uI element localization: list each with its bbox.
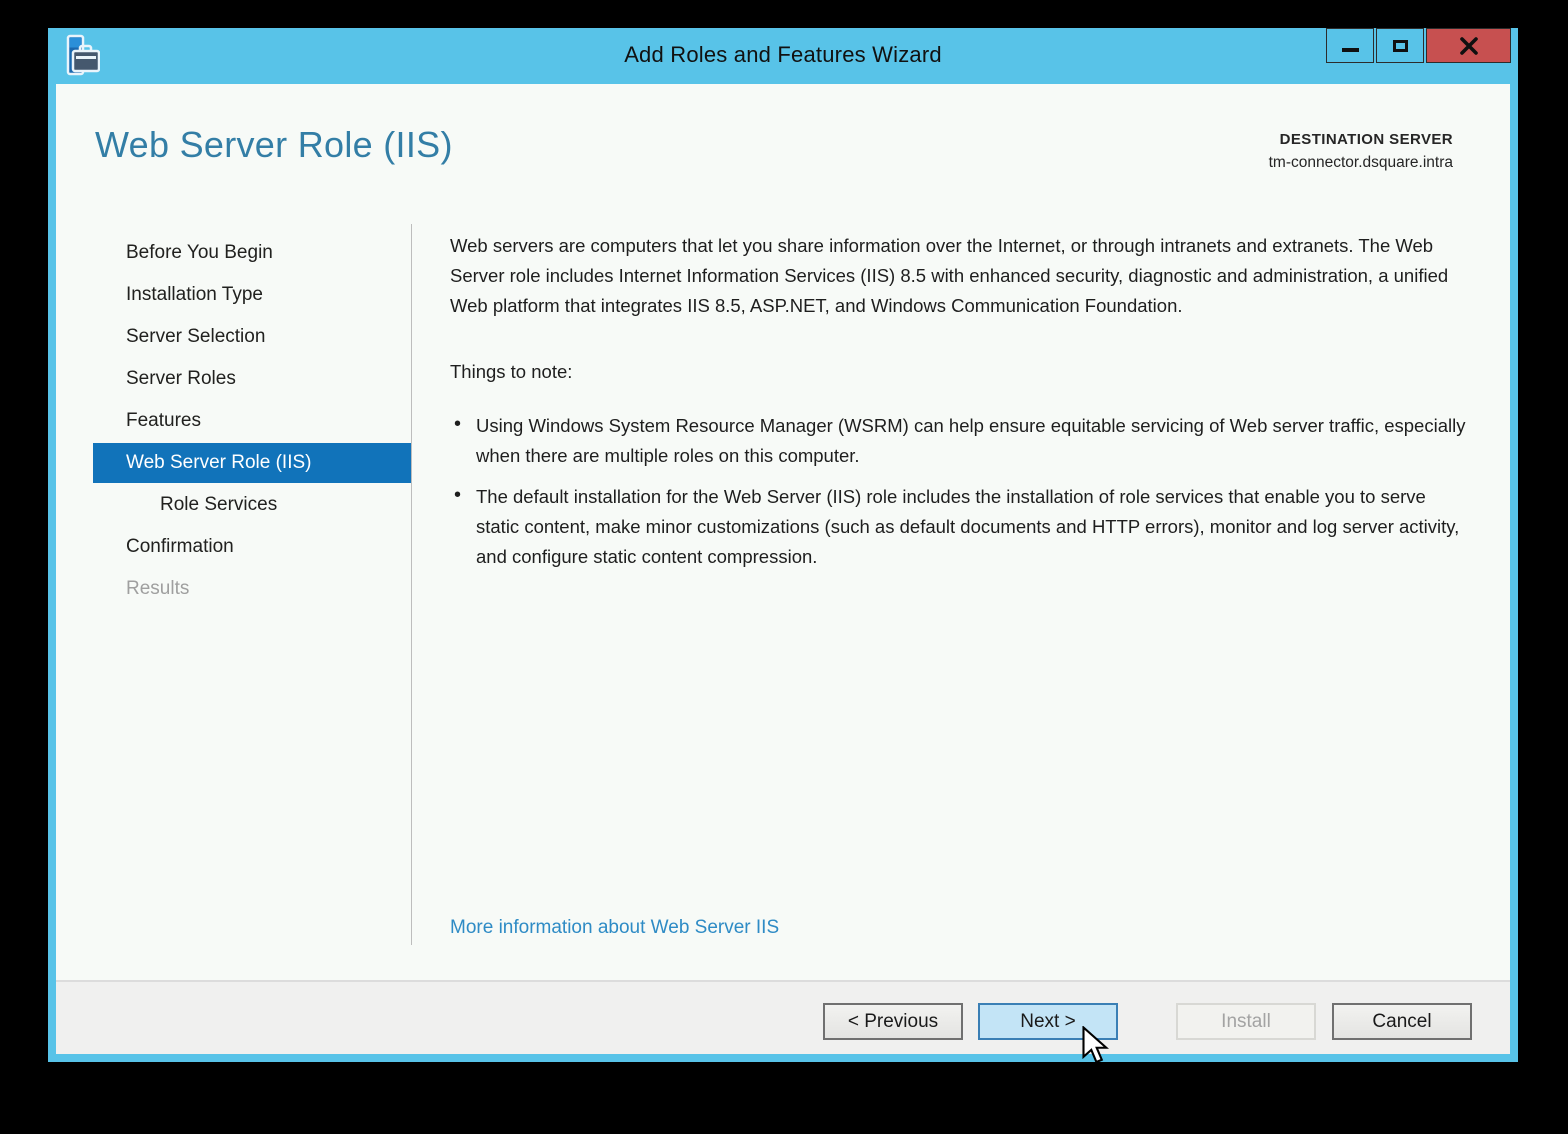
intro-paragraph: Web servers are computers that let you s… <box>450 231 1468 321</box>
page-content: Web servers are computers that let you s… <box>450 231 1468 583</box>
sidebar-item-features[interactable]: Features <box>93 401 411 441</box>
previous-button[interactable]: < Previous <box>823 1003 963 1040</box>
close-icon <box>1459 36 1479 56</box>
install-button[interactable]: Install <box>1176 1003 1316 1040</box>
minimize-button[interactable] <box>1326 28 1374 63</box>
wizard-body: Web Server Role (IIS) DESTINATION SERVER… <box>56 84 1510 1054</box>
notes-list: • Using Windows System Resource Manager … <box>450 411 1468 572</box>
cancel-button[interactable]: Cancel <box>1332 1003 1472 1040</box>
caption-buttons <box>1324 28 1511 65</box>
bullet-icon: • <box>454 409 461 439</box>
sidebar-item-role-services[interactable]: Role Services <box>93 485 411 525</box>
more-info-link[interactable]: More information about Web Server IIS <box>450 917 779 939</box>
sidebar-item-installation-type[interactable]: Installation Type <box>93 275 411 315</box>
note-item: • The default installation for the Web S… <box>450 482 1468 572</box>
sidebar-item-results: Results <box>93 569 411 609</box>
wizard-window: Add Roles and Features Wizard Web Server… <box>48 28 1518 1062</box>
maximize-icon <box>1393 40 1408 52</box>
bullet-icon: • <box>454 480 461 510</box>
title-bar: Add Roles and Features Wizard <box>48 28 1518 84</box>
destination-server-label: DESTINATION SERVER <box>1269 128 1453 151</box>
sidebar-item-confirmation[interactable]: Confirmation <box>93 527 411 567</box>
page-title: Web Server Role (IIS) <box>95 124 453 166</box>
note-text: Using Windows System Resource Manager (W… <box>476 415 1465 466</box>
sidebar-item-web-server-role[interactable]: Web Server Role (IIS) <box>93 443 411 483</box>
sidebar-item-server-selection[interactable]: Server Selection <box>93 317 411 357</box>
destination-server-name: tm-connector.dsquare.intra <box>1269 151 1453 174</box>
sidebar-item-server-roles[interactable]: Server Roles <box>93 359 411 399</box>
note-item: • Using Windows System Resource Manager … <box>450 411 1468 471</box>
next-button[interactable]: Next > <box>978 1003 1118 1040</box>
close-button[interactable] <box>1426 28 1511 63</box>
wizard-steps-nav: Before You Begin Installation Type Serve… <box>56 231 412 611</box>
destination-server-block: DESTINATION SERVER tm-connector.dsquare.… <box>1269 128 1453 174</box>
minimize-icon <box>1342 48 1359 52</box>
sidebar-separator <box>411 224 412 945</box>
window-title: Add Roles and Features Wizard <box>48 42 1518 68</box>
wizard-footer: < Previous Next > Install Cancel <box>56 980 1510 1054</box>
sidebar-item-before-you-begin[interactable]: Before You Begin <box>93 233 411 273</box>
note-text: The default installation for the Web Ser… <box>476 486 1459 567</box>
things-to-note-heading: Things to note: <box>450 357 1468 387</box>
maximize-button[interactable] <box>1376 28 1424 63</box>
